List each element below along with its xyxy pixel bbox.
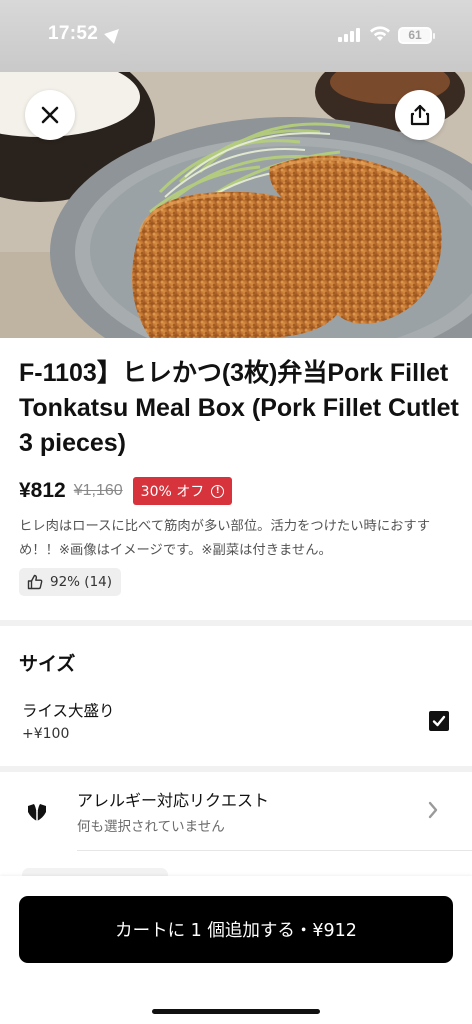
option-large-rice-checkbox[interactable] [429,711,449,731]
add-to-cart-button[interactable]: カートに 1 個追加する・¥912 [19,896,453,963]
item-price: ¥812 [19,479,66,502]
home-indicator [152,1009,320,1014]
battery-indicator: 61 [398,27,435,44]
item-description: ヒレ肉はロースに比べて筋肉が多い部位。活力をつけたい時におすすめ！！※画像はイメ… [19,519,431,558]
location-arrow-icon [104,24,124,44]
rating-text: 92% (14) [50,574,113,590]
status-time: 17:52 [48,23,99,44]
item-title: F-1103】ヒレかつ(3枚)弁当Pork Fillet Tonkatsu Me… [19,359,459,457]
leaf-shield-icon [28,804,46,821]
checkmark-icon [432,715,446,727]
close-button[interactable] [25,90,75,140]
wifi-icon [370,26,390,41]
allergy-request-row[interactable]: アレルギー対応リクエスト 何も選択されていません [0,773,472,851]
status-bar: 17:52 61 [0,0,472,72]
original-price: ¥1,160 [73,482,123,499]
chevron-right-icon [428,801,438,819]
section-divider [0,766,472,772]
close-icon [41,106,59,124]
discount-label: 30% オフ [140,484,205,500]
info-icon: ! [211,484,225,498]
cellular-signal-icon [338,28,362,42]
section-divider [0,620,472,626]
allergy-request-title: アレルギー対応リクエスト [77,791,270,810]
option-large-rice-price: +¥100 [22,726,70,742]
thumbs-up-icon [27,574,43,590]
price-row: ¥812 ¥1,160 30% オフ ! [19,476,233,506]
allergy-request-subtitle: 何も選択されていません [77,819,225,835]
option-large-rice-label: ライス大盛り [22,702,115,720]
share-button[interactable] [395,90,445,140]
discount-badge[interactable]: 30% オフ ! [132,477,233,505]
rating-badge: 92% (14) [19,568,122,596]
share-icon [410,104,430,126]
row-divider [77,850,472,851]
size-section-title: サイズ [19,653,76,675]
